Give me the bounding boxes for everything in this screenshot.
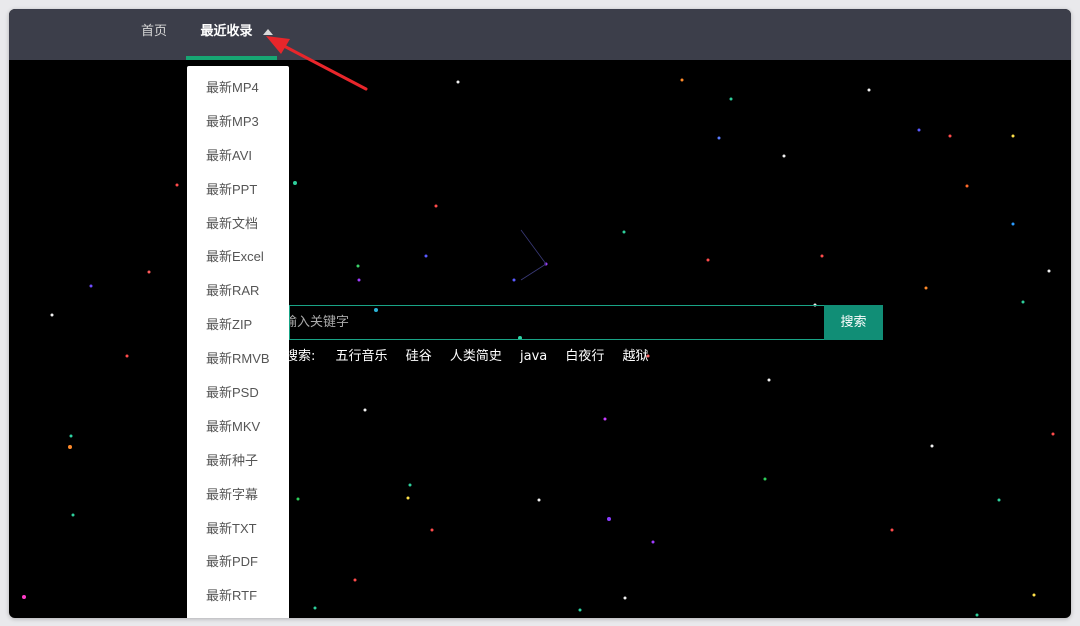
dropdown-item-rtf[interactable]: 最新RTF xyxy=(187,579,289,613)
hot-search-label: 搜索: xyxy=(285,349,316,364)
dropdown-item-mkv[interactable]: 最新MKV xyxy=(187,410,289,444)
hot-search-link[interactable]: 硅谷 xyxy=(406,349,432,364)
dropdown-item-rar[interactable]: 最新RAR xyxy=(187,274,289,308)
browser-window: 首页 最近收录 输入关键字 搜索 搜索: 五行音乐 硅谷 人类简史 java 白… xyxy=(9,9,1071,618)
hot-search-link[interactable]: 越狱 xyxy=(623,349,649,364)
particle-links xyxy=(520,229,547,281)
nav-recent-label: 最近收录 xyxy=(200,24,253,39)
search-button[interactable]: 搜索 xyxy=(824,305,883,340)
dropdown-item-subtitle[interactable]: 最新字幕 xyxy=(187,478,289,512)
active-tab-indicator xyxy=(186,56,277,60)
dropdown-item-psd[interactable]: 最新PSD xyxy=(187,376,289,410)
caret-up-icon xyxy=(263,29,273,35)
dropdown-item-excel[interactable]: 最新Excel xyxy=(187,240,289,274)
top-navigation-bar: 首页 最近收录 xyxy=(9,9,1071,60)
dropdown-item-document[interactable]: 最新文档 xyxy=(187,207,289,241)
dropdown-item-avi[interactable]: 最新AVI xyxy=(187,139,289,173)
hot-search-link[interactable]: 白夜行 xyxy=(565,349,604,364)
search-input[interactable]: 输入关键字 xyxy=(289,305,824,340)
dropdown-item-txt[interactable]: 最新TXT xyxy=(187,512,289,546)
nav-recent-menu[interactable]: 最近收录 xyxy=(186,9,277,60)
search-placeholder: 输入关键字 xyxy=(289,315,350,330)
dropdown-item-ppt[interactable]: 最新PPT xyxy=(187,173,289,207)
dropdown-item-torrent[interactable]: 最新种子 xyxy=(187,444,289,478)
dropdown-item-pdf[interactable]: 最新PDF xyxy=(187,545,289,579)
hot-search-row: 搜索: 五行音乐 硅谷 人类简史 java 白夜行 越狱 xyxy=(285,345,663,365)
hot-search-link[interactable]: 五行音乐 xyxy=(336,349,388,364)
dropdown-item-zip[interactable]: 最新ZIP xyxy=(187,308,289,342)
hot-search-link[interactable]: 人类简史 xyxy=(450,349,502,364)
recent-dropdown-menu: 最新MP4 最新MP3 最新AVI 最新PPT 最新文档 最新Excel 最新R… xyxy=(187,66,289,618)
dropdown-item-mp4[interactable]: 最新MP4 xyxy=(187,71,289,105)
hot-search-link[interactable]: java xyxy=(520,349,547,364)
nav-home-link[interactable]: 首页 xyxy=(141,9,167,60)
dropdown-item-mp3[interactable]: 最新MP3 xyxy=(187,105,289,139)
dropdown-item-rmvb[interactable]: 最新RMVB xyxy=(187,342,289,376)
